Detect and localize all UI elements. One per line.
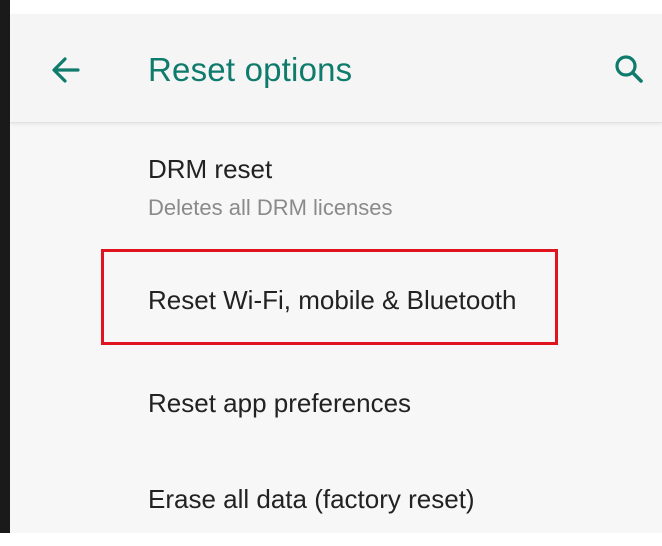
item-title: DRM reset (148, 154, 273, 184)
item-subtitle: Deletes all DRM licenses (148, 195, 393, 220)
highlight-box (101, 249, 558, 345)
top-strip (10, 0, 662, 14)
list-item-reset-app-preferences[interactable]: Reset app preferences (10, 362, 662, 452)
item-title: Erase all data (factory reset) (148, 484, 475, 514)
device-left-edge (0, 0, 10, 533)
search-button[interactable] (608, 48, 652, 92)
list-item-drm-reset[interactable]: DRM reset Deletes all DRM licenses (10, 122, 662, 232)
back-button[interactable] (44, 48, 88, 92)
page-title: Reset options (148, 51, 353, 88)
app-bar: Reset options (10, 14, 662, 123)
search-icon (615, 55, 643, 83)
arrow-left-icon (52, 57, 80, 83)
item-title: Reset app preferences (148, 388, 412, 418)
